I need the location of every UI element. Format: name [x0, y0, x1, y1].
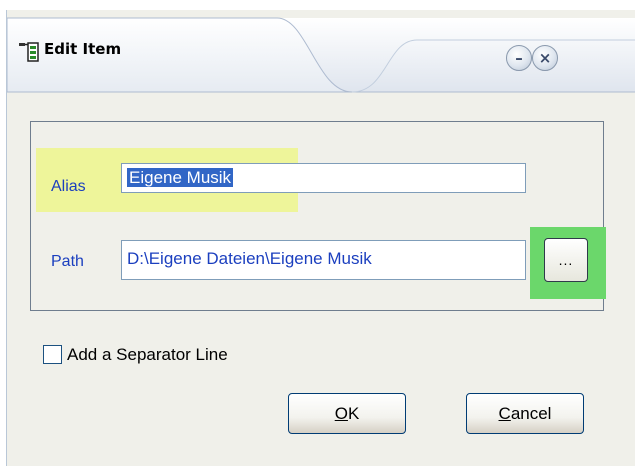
browse-label: ...: [558, 252, 574, 268]
ok-label-rest: K: [347, 403, 360, 423]
ok-mnemonic: O: [334, 403, 348, 423]
dialog-title: Edit Item: [44, 40, 122, 58]
cancel-button[interactable]: Cancel: [466, 393, 584, 434]
path-input[interactable]: D:\Eigene Dateien\Eigene Musik: [121, 240, 526, 280]
path-value: D:\Eigene Dateien\Eigene Musik: [127, 249, 372, 268]
minimize-icon: –: [515, 49, 523, 67]
close-button[interactable]: ×: [532, 45, 558, 71]
close-icon: ×: [538, 49, 552, 67]
cancel-mnemonic: C: [498, 403, 511, 423]
cancel-label-rest: ancel: [510, 403, 552, 423]
tree-items-icon: [19, 42, 39, 62]
ok-button[interactable]: OK: [288, 393, 406, 434]
alias-value: Eigene Musik: [127, 168, 234, 187]
browse-button[interactable]: ...: [544, 238, 588, 282]
minimize-button[interactable]: –: [506, 45, 532, 71]
path-label: Path: [51, 253, 84, 270]
alias-label: Alias: [51, 178, 86, 195]
separator-checkbox-label[interactable]: Add a Separator Line: [67, 345, 228, 365]
alias-input[interactable]: Eigene Musik: [121, 163, 526, 193]
separator-checkbox[interactable]: [43, 345, 62, 364]
